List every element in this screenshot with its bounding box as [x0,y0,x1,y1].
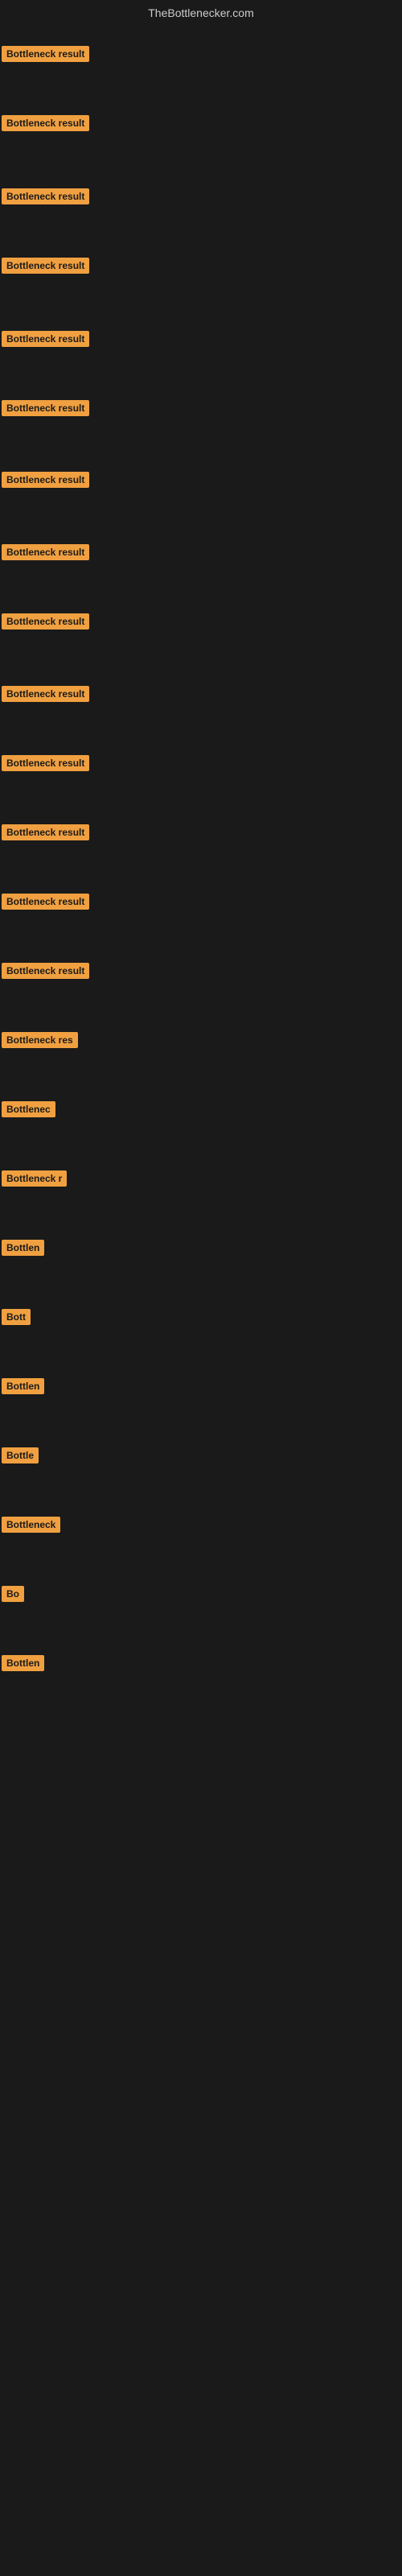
bottleneck-badge: Bottlen [2,1378,44,1394]
bottleneck-item-4[interactable]: Bottleneck result [2,258,89,278]
bottleneck-item-18[interactable]: Bottlen [2,1240,44,1260]
bottleneck-badge: Bottleneck result [2,188,89,204]
bottleneck-badge: Bott [2,1309,31,1325]
bottleneck-badge: Bottleneck result [2,755,89,771]
bottleneck-item-7[interactable]: Bottleneck result [2,472,89,492]
site-title: TheBottlenecker.com [0,0,402,26]
bottleneck-item-22[interactable]: Bottleneck [2,1517,60,1537]
bottleneck-badge: Bottleneck res [2,1032,78,1048]
bottleneck-item-20[interactable]: Bottlen [2,1378,44,1398]
bottleneck-item-23[interactable]: Bo [2,1586,24,1606]
bottleneck-item-21[interactable]: Bottle [2,1447,39,1468]
bottleneck-item-13[interactable]: Bottleneck result [2,894,89,914]
bottleneck-badge: Bottleneck result [2,544,89,560]
bottleneck-badge: Bottleneck result [2,824,89,840]
bottleneck-badge: Bottleneck result [2,400,89,416]
page-wrapper: TheBottlenecker.com Bottleneck result Bot… [0,0,402,2576]
bottleneck-item-14[interactable]: Bottleneck result [2,963,89,983]
bottleneck-badge: Bottleneck result [2,331,89,347]
bottleneck-item-15[interactable]: Bottleneck res [2,1032,78,1052]
bottleneck-item-24[interactable]: Bottlen [2,1655,44,1675]
bottleneck-item-9[interactable]: Bottleneck result [2,613,89,634]
bottleneck-badge: Bottleneck [2,1517,60,1533]
bottleneck-badge: Bottlen [2,1240,44,1256]
bottleneck-item-3[interactable]: Bottleneck result [2,188,89,208]
bottleneck-item-8[interactable]: Bottleneck result [2,544,89,564]
bottleneck-badge: Bottlenec [2,1101,55,1117]
bottleneck-item-10[interactable]: Bottleneck result [2,686,89,706]
bottleneck-badge: Bottleneck result [2,963,89,979]
bottleneck-item-12[interactable]: Bottleneck result [2,824,89,844]
bottleneck-item-1[interactable]: Bottleneck result [2,46,89,66]
bottleneck-badge: Bottleneck result [2,46,89,62]
bottleneck-badge: Bottleneck result [2,258,89,274]
bottleneck-item-17[interactable]: Bottleneck r [2,1170,67,1191]
bottleneck-badge: Bottleneck result [2,894,89,910]
bottleneck-badge: Bo [2,1586,24,1602]
bottleneck-item-19[interactable]: Bott [2,1309,31,1329]
bottleneck-item-5[interactable]: Bottleneck result [2,331,89,351]
bottleneck-badge: Bottleneck result [2,686,89,702]
bottleneck-item-6[interactable]: Bottleneck result [2,400,89,420]
bottleneck-badge: Bottlen [2,1655,44,1671]
bottleneck-badge: Bottle [2,1447,39,1463]
bottleneck-badge: Bottleneck r [2,1170,67,1187]
bottleneck-item-16[interactable]: Bottlenec [2,1101,55,1121]
bottleneck-item-2[interactable]: Bottleneck result [2,115,89,135]
bottleneck-item-11[interactable]: Bottleneck result [2,755,89,775]
bottleneck-badge: Bottleneck result [2,472,89,488]
bottleneck-badge: Bottleneck result [2,115,89,131]
bottleneck-badge: Bottleneck result [2,613,89,630]
